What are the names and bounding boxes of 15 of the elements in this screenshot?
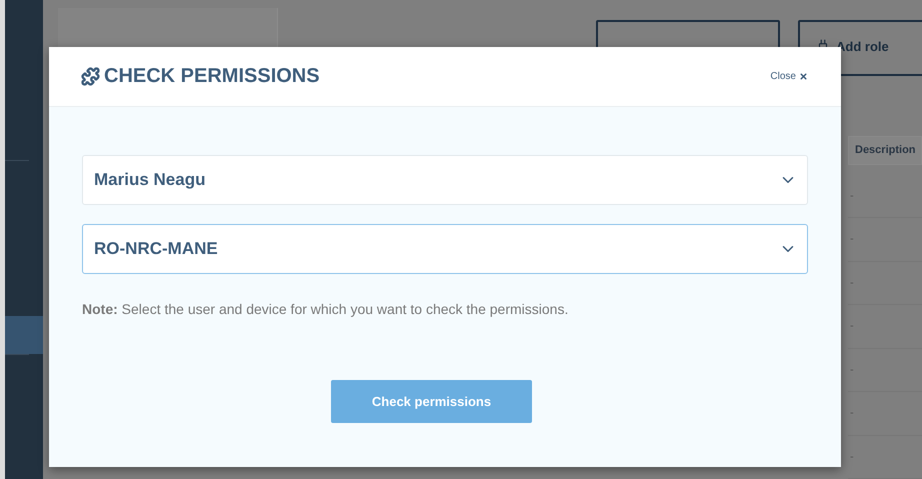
dialog-title: CHECK PERMISSIONS <box>104 65 320 88</box>
table-cell: - <box>850 364 854 376</box>
puzzle-icon <box>81 67 100 86</box>
table-cell: - <box>850 320 854 332</box>
select-field[interactable]: RO-NRC-MANE <box>82 224 808 274</box>
table-cell: - <box>850 450 854 463</box>
note-text: Note: Select the user and device for which you want to check the permissions. <box>82 301 570 317</box>
column-header: Description <box>848 136 922 164</box>
sidebar-item[interactable] <box>5 316 43 354</box>
select-field[interactable]: Marius Neagu <box>82 155 808 205</box>
table-cell: - <box>850 276 854 289</box>
table-cell: - <box>850 233 854 246</box>
table-cell: - <box>850 407 854 420</box>
table-cell: - <box>850 190 854 202</box>
close-icon <box>799 72 808 81</box>
